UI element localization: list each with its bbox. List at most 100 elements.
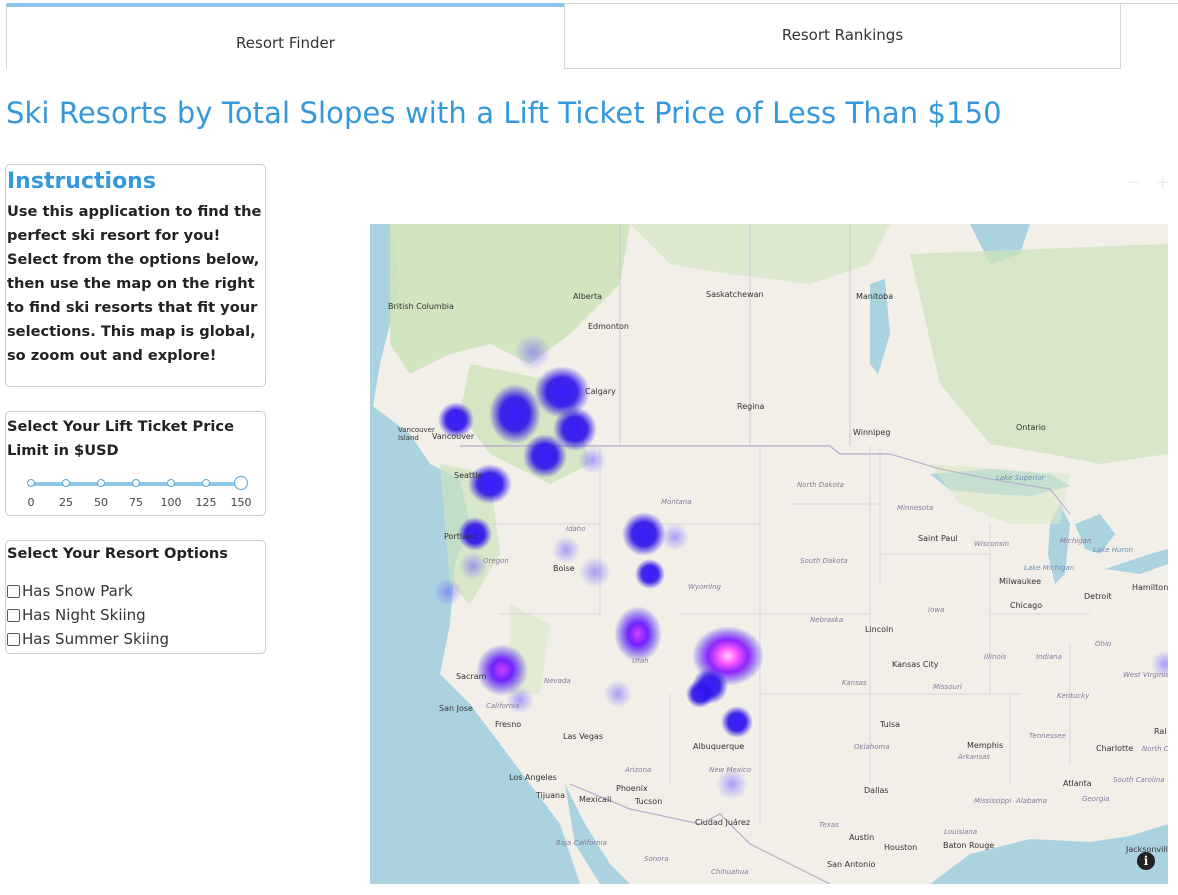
- map-label-oklahoma: Oklahoma: [854, 743, 890, 751]
- checkbox[interactable]: [7, 632, 20, 646]
- map-label-manitoba: Manitoba: [856, 292, 894, 301]
- option-summer-skiing[interactable]: Has Summer Skiing: [7, 627, 265, 651]
- map-label-los-angeles: Los Angeles: [509, 773, 557, 782]
- map-label-idaho: Idaho: [566, 525, 586, 533]
- map-label-british-columbia: British Columbia: [388, 302, 454, 311]
- map-label-vancouver-island: Vancouver Island: [398, 426, 435, 442]
- checkbox[interactable]: [7, 584, 20, 598]
- slider-mark[interactable]: [132, 479, 140, 487]
- info-icon[interactable]: i: [1137, 852, 1155, 870]
- slider-tick-label: 50: [94, 496, 108, 509]
- map-label-alberta: Alberta: [573, 292, 603, 301]
- slider-tick-label: 75: [129, 496, 143, 509]
- map-label-california: California: [486, 702, 520, 710]
- map-label-chicago: Chicago: [1010, 601, 1043, 610]
- map-label-winnipeg: Winnipeg: [853, 428, 891, 437]
- map-label-mississippi: Mississippi: [974, 797, 1012, 805]
- resort-heatmap[interactable]: British Columbia Alberta Saskatchewan Ma…: [370, 224, 1168, 884]
- map-label-saint-paul: Saint Paul: [918, 534, 958, 543]
- map-label-north-carolina: North C: [1142, 745, 1168, 753]
- checkbox[interactable]: [7, 608, 20, 622]
- map-label-utah: Utah: [632, 657, 649, 665]
- resort-options-panel: Select Your Resort Options Has Snow Park…: [5, 540, 266, 654]
- map-label-north-dakota: North Dakota: [797, 481, 844, 489]
- map-label-texas: Texas: [819, 821, 839, 829]
- map-label-montana: Montana: [661, 498, 692, 506]
- slider-tick-label: 100: [160, 496, 182, 509]
- map-label-chihuahua: Chihuahua: [711, 868, 749, 876]
- map-base: [370, 224, 1168, 884]
- slider-mark[interactable]: [202, 479, 210, 487]
- map-label-indiana: Indiana: [1036, 653, 1062, 661]
- map-label-new-mexico: New Mexico: [709, 766, 752, 774]
- map-label-calgary: Calgary: [585, 387, 616, 396]
- map-label-portland: Portland: [444, 532, 478, 541]
- map-label-arkansas: Arkansas: [958, 753, 991, 761]
- map-label-austin: Austin: [849, 833, 875, 842]
- map-label-phoenix: Phoenix: [616, 784, 648, 793]
- map-label-ontario: Ontario: [1016, 423, 1046, 432]
- map-label-missouri: Missouri: [933, 683, 962, 691]
- option-night-skiing[interactable]: Has Night Skiing: [7, 603, 265, 627]
- map-label-baton-rouge: Baton Rouge: [943, 841, 995, 850]
- slider-tick-label: 25: [59, 496, 73, 509]
- map-label-south-dakota: South Dakota: [800, 557, 848, 565]
- map-label-boise: Boise: [553, 564, 575, 573]
- map-label-ciudad-juarez: Ciudad Juárez: [695, 818, 751, 827]
- map-label-mexicali: Mexicali: [579, 795, 612, 804]
- price-filter-label: Select Your Lift Ticket Price Limit in $…: [7, 418, 234, 459]
- map-label-lake-michigan: Lake Michigan: [1024, 564, 1075, 572]
- map-label-lincoln: Lincoln: [865, 625, 894, 634]
- map-label-san-jose: San Jose: [439, 704, 473, 713]
- option-snow-park[interactable]: Has Snow Park: [7, 579, 265, 603]
- map-label-saskatchewan: Saskatchewan: [706, 290, 764, 299]
- map-label-raleigh: Ral: [1154, 727, 1167, 736]
- slider-mark[interactable]: [97, 479, 105, 487]
- instructions-panel: Instructions Use this application to fin…: [5, 164, 266, 387]
- map-label-minnesota: Minnesota: [897, 504, 934, 512]
- slider-mark[interactable]: [167, 479, 175, 487]
- map-label-milwaukee: Milwaukee: [999, 577, 1042, 586]
- map-label-louisiana: Louisiana: [944, 828, 978, 836]
- map-label-seattle: Seattle: [454, 471, 483, 480]
- map-label-iowa: Iowa: [928, 606, 945, 614]
- map-label-regina: Regina: [737, 402, 765, 411]
- map-label-lake-huron: Lake Huron: [1093, 546, 1134, 554]
- slider-mark[interactable]: [62, 479, 70, 487]
- instructions-heading: Instructions: [7, 169, 156, 194]
- map-label-charlotte: Charlotte: [1096, 744, 1134, 753]
- option-label: Has Summer Skiing: [22, 630, 170, 648]
- map-label-fresno: Fresno: [495, 720, 522, 729]
- slider-mark[interactable]: [27, 479, 35, 487]
- map-label-tijuana: Tijuana: [536, 791, 566, 800]
- map-label-illinois: Illinois: [984, 653, 1007, 661]
- resort-options-label: Select Your Resort Options: [7, 545, 228, 562]
- instructions-text: Use this application to find the perfect…: [7, 203, 262, 364]
- map-label-baja-california: Baja California: [556, 839, 607, 847]
- map-label-atlanta: Atlanta: [1063, 779, 1092, 788]
- map-label-memphis: Memphis: [967, 741, 1004, 750]
- slider-tick-label: 125: [195, 496, 217, 509]
- slider-handle[interactable]: [234, 476, 248, 490]
- map-label-west-virginia: West Virginia: [1123, 671, 1168, 679]
- map-label-dallas: Dallas: [864, 786, 889, 795]
- map-label-oregon: Oregon: [483, 557, 509, 565]
- zoom-in-icon[interactable]: +: [1155, 172, 1170, 193]
- map-label-albuquerque: Albuquerque: [693, 742, 745, 751]
- map-label-ohio: Ohio: [1095, 640, 1112, 648]
- map-label-south-carolina: South Carolina: [1113, 776, 1165, 784]
- map-label-houston: Houston: [884, 843, 918, 852]
- slider-tick-label: 0: [27, 496, 35, 509]
- tab-divider: [1121, 3, 1178, 4]
- price-slider[interactable]: [27, 476, 248, 490]
- tab-resort-finder[interactable]: Resort Finder: [6, 3, 564, 69]
- zoom-out-icon[interactable]: −: [1126, 172, 1141, 193]
- map-label-georgia: Georgia: [1082, 795, 1110, 803]
- map-label-detroit: Detroit: [1084, 592, 1112, 601]
- map-label-kentucky: Kentucky: [1057, 692, 1090, 700]
- tab-resort-rankings[interactable]: Resort Rankings: [564, 3, 1121, 69]
- map-label-sonora: Sonora: [644, 855, 669, 863]
- map-label-las-vegas: Las Vegas: [563, 732, 603, 741]
- map-label-tucson: Tucson: [635, 797, 663, 806]
- map-label-hamilton: Hamilton: [1132, 583, 1168, 592]
